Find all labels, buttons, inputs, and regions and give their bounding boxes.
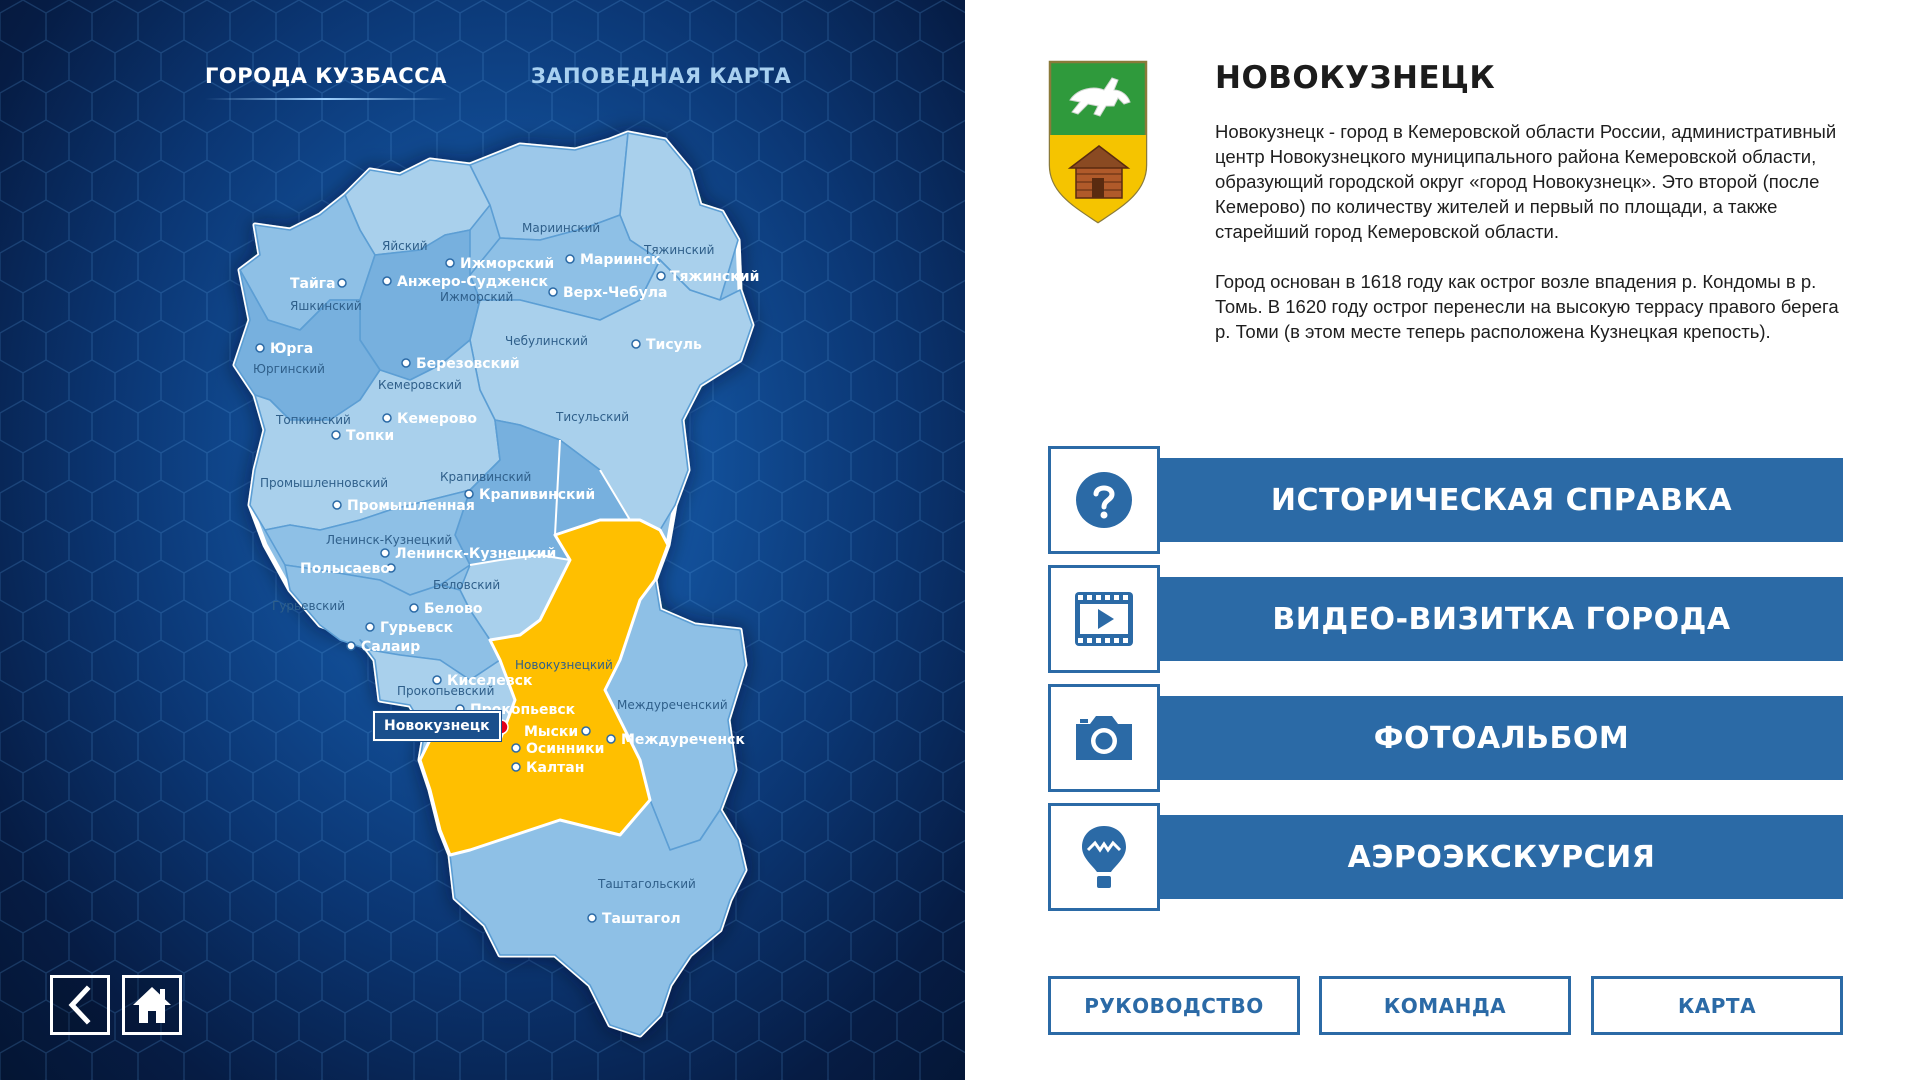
action-label: ИСТОРИЧЕСКАЯ СПРАВКА <box>1160 458 1843 542</box>
svg-text:Мыски: Мыски <box>524 724 578 740</box>
district-label: Беловский <box>433 578 500 592</box>
svg-text:Крапивинский: Крапивинский <box>479 487 595 503</box>
leadership-button[interactable]: РУКОВОДСТВО <box>1048 976 1300 1035</box>
map-button[interactable]: КАРТА <box>1591 976 1843 1035</box>
video-card-button[interactable]: ВИДЕО-ВИЗИТКА ГОРОДА <box>1048 565 1843 677</box>
district-label: Мариинский <box>522 221 600 235</box>
city-marker[interactable]: Верх-Чебула <box>548 285 667 301</box>
city-marker[interactable]: Ижморский <box>445 256 554 272</box>
air-tour-button[interactable]: АЭРОЭКСКУРСИЯ <box>1048 803 1843 915</box>
back-button[interactable] <box>50 975 110 1035</box>
district-label: Яшкинский <box>290 299 362 313</box>
svg-text:Анжеро-Судженск: Анжеро-Судженск <box>397 274 548 290</box>
city-description: Новокузнецк - город в Кемеровской област… <box>1215 119 1855 344</box>
city-marker[interactable]: Березовский <box>401 356 520 372</box>
team-button[interactable]: КОМАНДА <box>1319 976 1571 1035</box>
svg-text:Юрга: Юрга <box>270 341 313 357</box>
svg-text:Салаир: Салаир <box>361 639 420 655</box>
city-marker[interactable]: Осинники <box>511 741 604 757</box>
question-icon <box>1076 472 1132 528</box>
svg-text:Ижморский: Ижморский <box>460 256 554 272</box>
city-marker[interactable]: Ленинск-Кузнецкий <box>380 546 556 562</box>
action-icon-box <box>1048 565 1160 673</box>
svg-text:Киселевск: Киселевск <box>447 673 533 689</box>
photo-album-button[interactable]: ФОТОАЛЬБОМ <box>1048 684 1843 796</box>
city-marker[interactable]: Междуреченск <box>606 732 745 748</box>
svg-text:Полысаево: Полысаево <box>300 561 390 577</box>
city-marker[interactable]: Анжеро-Судженск <box>382 274 548 290</box>
district-label: Таштагольский <box>597 877 696 891</box>
svg-text:Междуреченск: Междуреченск <box>621 732 745 748</box>
historical-info-button[interactable]: ИСТОРИЧЕСКАЯ СПРАВКА <box>1048 446 1843 558</box>
action-icon-box <box>1048 803 1160 911</box>
svg-text:Тисуль: Тисуль <box>646 337 702 353</box>
district-label: Новокузнецкий <box>515 658 613 672</box>
city-marker[interactable]: Киселевск <box>432 673 533 689</box>
svg-text:Березовский: Березовский <box>416 356 520 372</box>
action-icon-box <box>1048 446 1160 554</box>
city-marker[interactable]: Полысаево <box>300 561 396 577</box>
city-description-paragraph: Новокузнецк - город в Кемеровской област… <box>1215 121 1837 242</box>
coat-of-arms-emblem <box>1048 60 1148 224</box>
kuzbass-map: Яйский Мариинский Тяжинский Ижморский Яш… <box>232 130 759 1038</box>
action-icon-box <box>1048 684 1160 792</box>
balloon-icon <box>1082 826 1126 888</box>
camera-icon <box>1076 716 1132 760</box>
svg-text:Тайга: Тайга <box>290 276 336 292</box>
home-icon <box>133 987 171 1023</box>
district-label: Междуреченский <box>617 698 728 712</box>
city-marker[interactable]: Кемерово <box>382 411 477 427</box>
district-label: Ленинск-Кузнецкий <box>326 533 452 547</box>
district-label: Юргинский <box>253 362 325 376</box>
district-label: Крапивинский <box>440 470 531 484</box>
chevron-left-icon <box>68 985 91 1025</box>
svg-text:Ленинск-Кузнецкий: Ленинск-Кузнецкий <box>395 546 556 562</box>
map-panel: ГОРОДА КУЗБАССА ЗАПОВЕДНАЯ КАРТА Яйский … <box>0 0 965 1080</box>
video-icon <box>1075 592 1133 646</box>
city-marker[interactable]: Тяжинский <box>656 269 759 285</box>
svg-text:Топки: Топки <box>346 428 394 444</box>
action-label: АЭРОЭКСКУРСИЯ <box>1160 815 1843 899</box>
district-label: Кемеровский <box>378 378 462 392</box>
city-marker[interactable]: Таштагол <box>587 911 681 927</box>
city-description-paragraph: Город основан в 1618 году как острог воз… <box>1215 271 1839 342</box>
district-label: Гурьевский <box>272 599 345 613</box>
action-label: ФОТОАЛЬБОМ <box>1160 696 1843 780</box>
svg-text:Кемерово: Кемерово <box>397 411 477 427</box>
svg-text:Гурьевск: Гурьевск <box>380 620 454 636</box>
action-label: ВИДЕО-ВИЗИТКА ГОРОДА <box>1160 577 1843 661</box>
city-marker[interactable]: Гурьевск <box>365 620 454 636</box>
city-marker[interactable]: Мариинск <box>565 252 661 268</box>
city-info-panel: НОВОКУЗНЕЦК Новокузнецк - город в Кемеро… <box>965 0 1920 1080</box>
svg-text:Промышленная: Промышленная <box>347 498 475 514</box>
svg-text:Тяжинский: Тяжинский <box>670 269 759 285</box>
svg-text:Верх-Чебула: Верх-Чебула <box>563 285 667 301</box>
district-label: Промышленновский <box>260 476 388 490</box>
svg-text:Белово: Белово <box>424 601 483 617</box>
city-marker[interactable]: Промышленная <box>332 498 475 514</box>
district-label: Тисульский <box>555 410 629 424</box>
svg-text:Осинники: Осинники <box>526 741 604 757</box>
svg-text:Таштагол: Таштагол <box>602 911 681 927</box>
district-label: Яйский <box>382 239 428 253</box>
district-label: Чебулинский <box>505 334 588 348</box>
city-title: НОВОКУЗНЕЦК <box>1215 60 1496 96</box>
home-button[interactable] <box>122 975 182 1035</box>
city-marker[interactable]: Крапивинский <box>464 487 595 503</box>
svg-text:Мариинск: Мариинск <box>580 252 661 268</box>
district-label: Ижморский <box>440 290 513 304</box>
svg-text:Калтан: Калтан <box>526 760 584 776</box>
selected-city-tooltip[interactable]: Новокузнецк <box>373 711 501 741</box>
district-label: Топкинский <box>275 413 351 427</box>
